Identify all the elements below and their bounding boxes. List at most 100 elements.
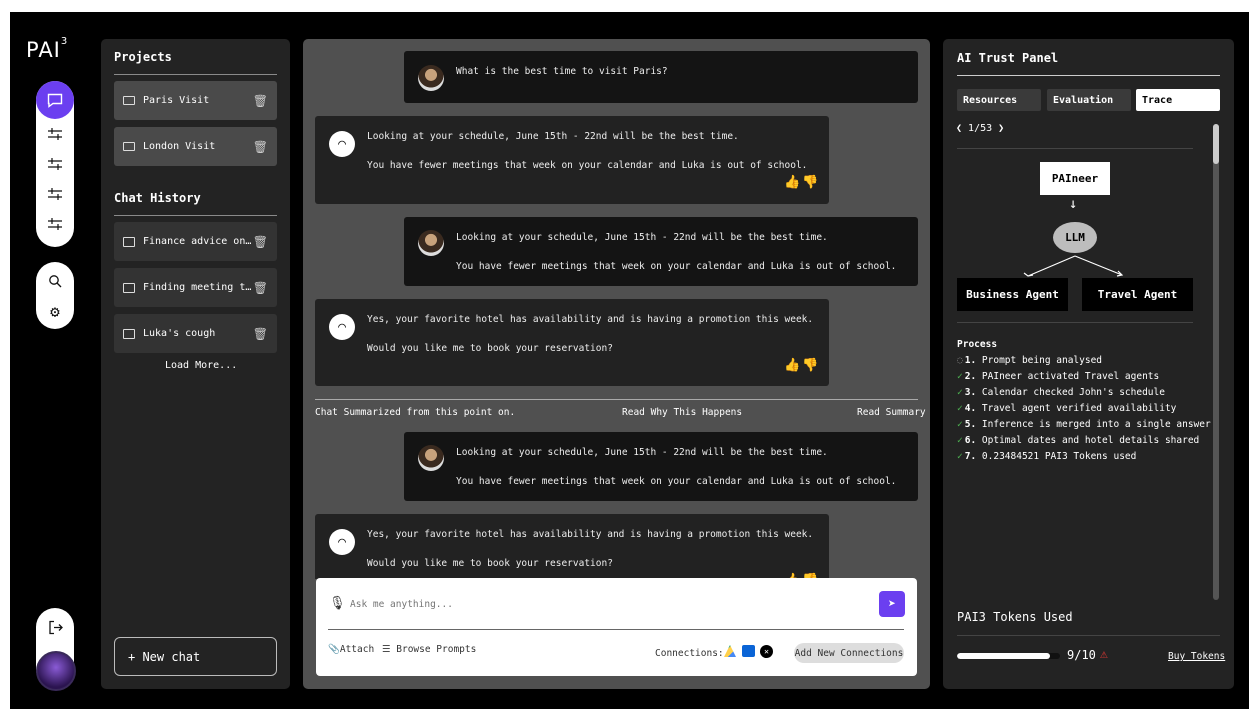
gear-icon[interactable]: ⚙	[36, 296, 74, 326]
message-text: You have fewer meetings that week on you…	[367, 160, 808, 171]
process-step: ✓ 3. Calendar checked John's schedule	[957, 387, 1165, 398]
trash-icon[interactable]: 🗑	[253, 94, 268, 108]
send-button[interactable]: ➤	[879, 591, 905, 617]
user-avatar[interactable]	[36, 651, 76, 691]
feedback-icons[interactable]: 👍👎	[784, 175, 820, 190]
trash-icon[interactable]: 🗑	[253, 140, 268, 154]
trash-icon[interactable]: 🗑	[253, 235, 268, 249]
trace-pager: ❮ 1/53 ❯	[956, 123, 1004, 134]
graph-node-llm[interactable]: LLM	[1053, 222, 1097, 253]
ai-message: ◠ Looking at your schedule, June 15th - …	[315, 116, 829, 204]
message-text: Would you like me to book your reservati…	[367, 343, 613, 354]
ai-avatar-icon: ◠	[329, 131, 355, 157]
composer-divider	[328, 629, 904, 630]
search-icon[interactable]	[36, 266, 74, 296]
divider	[114, 74, 277, 75]
ai-avatar-icon: ◠	[329, 314, 355, 340]
chat-bubble-icon	[123, 236, 135, 247]
rail-tools-group	[36, 81, 74, 247]
folder-icon	[123, 142, 135, 151]
trash-icon[interactable]: 🗑	[253, 281, 268, 295]
chat-history-item[interactable]: Finding meeting time…🗑	[114, 268, 277, 307]
sliders-icon[interactable]	[36, 119, 74, 149]
check-icon: ✓	[957, 387, 963, 398]
paperclip-icon: 📎	[328, 644, 340, 655]
load-more-link[interactable]: Load More...	[165, 360, 237, 371]
composer: 🎙 ➤ 📎Attach ☰ Browse Prompts Connections…	[316, 578, 917, 676]
user-avatar-icon	[418, 65, 444, 91]
browse-prompts-button[interactable]: ☰ Browse Prompts	[382, 644, 476, 655]
chat-history-title: Chat History	[114, 191, 201, 205]
divider	[957, 635, 1220, 636]
warning-icon: ⚠	[1100, 647, 1108, 662]
check-icon: ✓	[957, 371, 963, 382]
chevron-left-icon[interactable]: ❮	[956, 123, 968, 134]
attach-button[interactable]: 📎Attach	[328, 644, 374, 655]
sliders-icon[interactable]	[36, 209, 74, 239]
outlook-icon[interactable]	[742, 645, 755, 657]
sliders-icon[interactable]	[36, 179, 74, 209]
process-step: ✓ 4. Travel agent verified availability	[957, 403, 1177, 414]
read-why-link[interactable]: Read Why This Happens	[622, 407, 742, 418]
attach-label: Attach	[339, 644, 375, 655]
chat-history-item[interactable]: Finance advice on fu…🗑	[114, 222, 277, 261]
project-item[interactable]: London Visit 🗑	[114, 127, 277, 166]
trash-icon[interactable]: 🗑	[253, 327, 268, 341]
project-label: Paris Visit	[143, 95, 210, 106]
process-title: Process	[957, 339, 998, 350]
scrollbar-thumb[interactable]	[1213, 124, 1219, 164]
check-icon: ✓	[957, 451, 963, 462]
microphone-icon[interactable]: 🎙	[329, 596, 346, 611]
graph-edges	[1023, 255, 1124, 277]
process-step: ◌ 1. Prompt being analysed	[957, 355, 1103, 366]
summary-divider	[315, 399, 918, 400]
chat-label: Finding meeting time…	[143, 282, 253, 293]
chat-scroll-area[interactable]: What is the best time to visit Paris? ◠ …	[303, 39, 930, 579]
process-step: ✓ 7. 0.23484521 PAI3 Tokens used	[957, 451, 1137, 462]
message-text: Would you like me to book your reservati…	[367, 558, 613, 569]
app-logo: PAI3	[26, 36, 69, 62]
tab-resources[interactable]: Resources	[957, 89, 1041, 111]
new-chat-button[interactable]: + New chat	[114, 637, 277, 676]
spinner-icon: ◌	[957, 355, 963, 366]
tokens-title: PAI3 Tokens Used	[957, 610, 1073, 624]
chat-input[interactable]	[350, 593, 850, 615]
check-icon: ✓	[957, 435, 963, 446]
message-text: Looking at your schedule, June 15th - 22…	[367, 131, 739, 142]
buy-tokens-link[interactable]: Buy Tokens	[1168, 651, 1225, 662]
scrollbar-track[interactable]	[1213, 124, 1219, 600]
process-step: ✓ 2. PAIneer activated Travel agents	[957, 371, 1160, 382]
message-text: What is the best time to visit Paris?	[456, 66, 668, 77]
tab-trace[interactable]: Trace	[1136, 89, 1220, 111]
google-drive-icon[interactable]	[724, 645, 736, 657]
ai-message: ◠ Yes, your favorite hotel has availabil…	[315, 514, 829, 579]
project-label: London Visit	[143, 141, 216, 152]
feedback-icons[interactable]: 👍👎	[784, 358, 820, 373]
x-icon[interactable]: ✕	[760, 645, 773, 658]
summary-notice: Chat Summarized from this point on.	[315, 407, 516, 418]
chat-bubble-icon	[123, 328, 135, 339]
message-text: You have fewer meetings that week on you…	[456, 476, 897, 487]
message-text: Looking at your schedule, June 15th - 22…	[456, 447, 828, 458]
chat-icon[interactable]	[36, 81, 74, 119]
project-item[interactable]: Paris Visit 🗑	[114, 81, 277, 120]
tokens-value: 9/10	[1067, 648, 1096, 662]
divider	[957, 322, 1193, 323]
logout-icon[interactable]	[36, 612, 74, 642]
graph-node-business[interactable]: Business Agent	[957, 278, 1068, 311]
chevron-right-icon[interactable]: ❯	[992, 123, 1004, 134]
check-icon: ✓	[957, 419, 963, 430]
pager-text: 1/53	[968, 123, 993, 134]
divider	[114, 215, 277, 216]
sliders-icon[interactable]	[36, 149, 74, 179]
read-summary-link[interactable]: Read Summary	[857, 407, 926, 418]
rail-utility-group: ⚙	[36, 262, 74, 329]
graph-node-root[interactable]: PAIneer	[1040, 162, 1110, 195]
process-step: ✓ 5. Inference is merged into a single an…	[957, 419, 1211, 430]
tab-evaluation[interactable]: Evaluation	[1047, 89, 1131, 111]
graph-node-travel[interactable]: Travel Agent	[1082, 278, 1193, 311]
message-text: Yes, your favorite hotel has availabilit…	[367, 314, 814, 325]
chat-label: Luka's cough	[143, 328, 216, 339]
chat-history-item[interactable]: Luka's cough 🗑	[114, 314, 277, 353]
add-connections-button[interactable]: Add New Connections	[794, 643, 904, 663]
